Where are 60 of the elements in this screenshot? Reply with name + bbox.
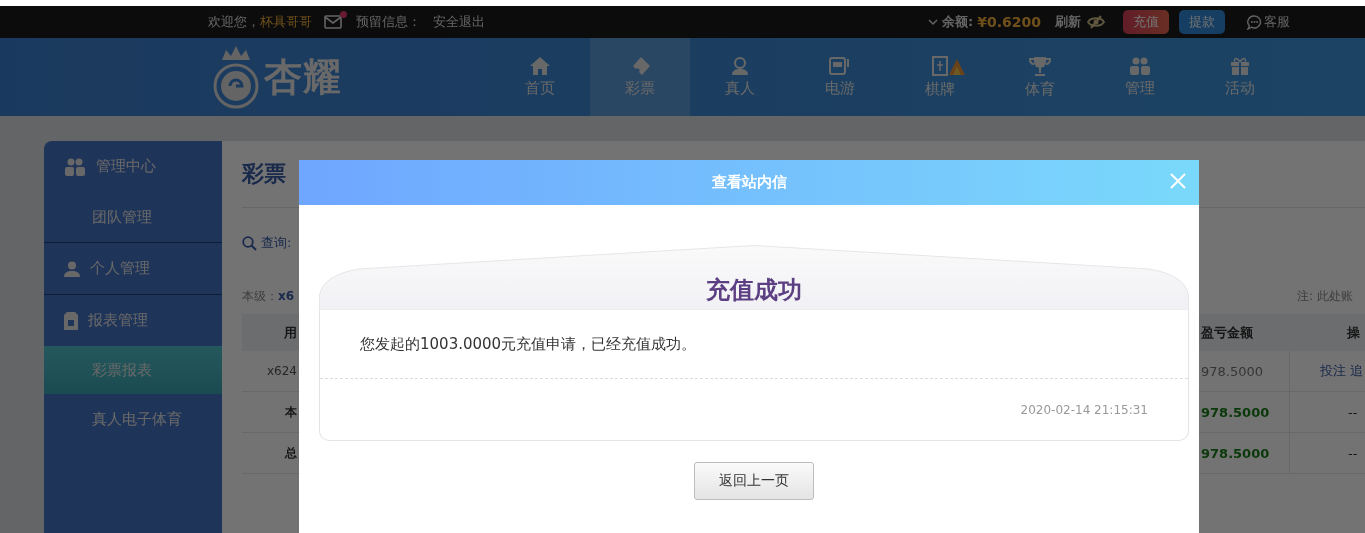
nav-tab[interactable]: 真人 xyxy=(690,38,790,116)
column-header: 操 xyxy=(1346,323,1361,342)
close-icon xyxy=(1169,172,1187,190)
support-link[interactable]: 客服 xyxy=(1247,13,1290,31)
withdraw-button[interactable]: 提款 xyxy=(1179,10,1225,34)
trophy-icon xyxy=(1029,55,1051,76)
dialog-title: 查看站内信 xyxy=(711,173,787,192)
eye-slash-icon xyxy=(1087,15,1105,29)
nav-tab[interactable]: 首页 xyxy=(490,38,590,116)
action-link[interactable]: 投注 xyxy=(1320,362,1346,380)
table-cell-text: x624 xyxy=(266,363,298,380)
balance-label: 余额: xyxy=(942,13,974,31)
nav-tab[interactable]: 管理 xyxy=(1090,38,1190,116)
sidebar-item[interactable]: 真人电子体育 xyxy=(44,394,222,444)
action-link[interactable]: 追 xyxy=(1350,362,1363,380)
chevron-down-icon xyxy=(928,18,939,26)
user-icon xyxy=(64,260,80,277)
reserved-info-label: 预留信息： xyxy=(356,13,421,31)
people-icon xyxy=(64,157,86,176)
card-icon xyxy=(932,55,948,76)
chat-icon xyxy=(1247,14,1262,30)
nav-tab[interactable]: 电游 xyxy=(790,38,890,116)
document-icon xyxy=(64,311,78,330)
table-cell-text: 总 xyxy=(283,444,298,462)
person-icon xyxy=(731,56,749,75)
sidebar-group[interactable]: 个人管理 xyxy=(44,243,222,294)
close-button[interactable] xyxy=(1169,172,1187,190)
column-header: 盈亏金额 xyxy=(1200,323,1254,342)
message-heading: 充值成功 xyxy=(706,275,802,306)
logo-text: 杏耀 xyxy=(264,53,342,101)
logout-link[interactable]: 安全退出 xyxy=(433,13,485,31)
level-value: x6 xyxy=(278,288,295,303)
refresh-link[interactable]: 刷新 xyxy=(1055,13,1081,31)
slot-machine-icon xyxy=(829,56,851,75)
search-icon xyxy=(242,235,257,251)
column-header: 用 xyxy=(283,323,298,342)
mail-icon xyxy=(324,15,342,29)
sidebar-group[interactable]: 管理中心 xyxy=(44,141,222,192)
message-text: 您发起的1003.0000元充值申请，已经充值成功。 xyxy=(320,310,1188,379)
gift-icon xyxy=(1230,56,1250,75)
recharge-button[interactable]: 充值 xyxy=(1123,10,1169,34)
table-cell-text: 本 xyxy=(284,403,298,421)
sidebar-item[interactable]: 团队管理 xyxy=(44,192,222,242)
home-icon xyxy=(530,56,550,75)
username: 杯具哥哥 xyxy=(260,13,312,31)
nav-tab[interactable]: 活动 xyxy=(1190,38,1290,116)
nav-tab[interactable]: 体育 xyxy=(990,38,1090,116)
nav-tab[interactable]: 棋牌 xyxy=(890,38,990,116)
sidebar-item[interactable]: 彩票报表 xyxy=(44,346,222,394)
balance-value: ¥0.6200 xyxy=(977,14,1041,30)
ticket-icon xyxy=(630,56,650,75)
message-date: 2020-02-14 21:15:31 xyxy=(1020,402,1148,417)
back-button[interactable]: 返回上一页 xyxy=(694,462,814,500)
sidebar-group[interactable]: 报表管理 xyxy=(44,295,222,346)
greeting-text: 欢迎您， xyxy=(208,13,260,31)
table-cell-text: -- xyxy=(1347,404,1358,420)
table-cell-text: -- xyxy=(1347,445,1358,461)
people-icon xyxy=(1129,56,1151,75)
query-label: 查询: xyxy=(261,234,292,252)
page-title: 彩票 xyxy=(242,160,286,188)
